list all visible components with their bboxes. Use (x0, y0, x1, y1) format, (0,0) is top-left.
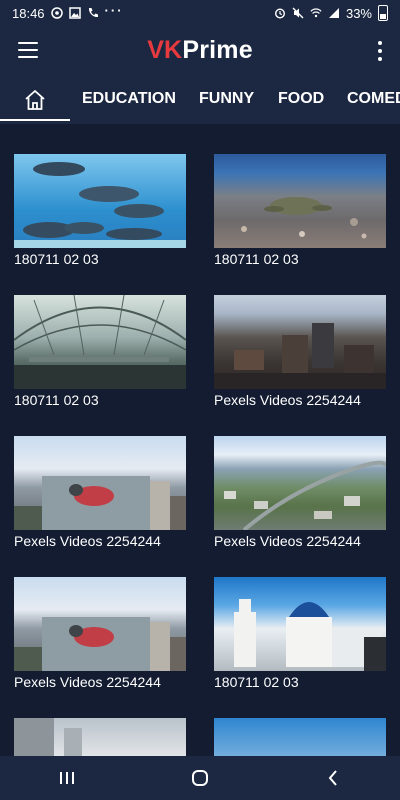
video-card[interactable] (14, 718, 186, 756)
video-title: Pexels Videos 2254244 (214, 392, 361, 408)
video-thumbnail[interactable] (14, 577, 186, 671)
video-title: 180711 02 03 (214, 251, 299, 267)
video-grid: 180711 02 03 180711 02 03 180711 02 03 P… (0, 124, 400, 756)
status-bar: 18:46 ··· 33% (0, 0, 400, 26)
circle-icon (50, 7, 63, 19)
video-thumbnail[interactable] (214, 154, 386, 248)
video-card[interactable]: Pexels Videos 2254244 (14, 577, 186, 690)
video-thumbnail[interactable] (14, 154, 186, 248)
video-card[interactable]: Pexels Videos 2254244 (214, 436, 386, 549)
status-right: 33% (274, 5, 388, 21)
video-title: Pexels Videos 2254244 (14, 533, 161, 549)
app-bar: VKPrime (0, 26, 400, 76)
home-icon (25, 90, 45, 110)
video-card[interactable] (214, 718, 386, 756)
status-time: 18:46 (12, 5, 45, 21)
video-thumbnail[interactable] (14, 436, 186, 530)
video-title: Pexels Videos 2254244 (14, 674, 161, 690)
home-circle-icon[interactable] (178, 756, 222, 800)
alarm-icon (274, 7, 286, 19)
video-title: Pexels Videos 2254244 (214, 533, 361, 549)
recents-icon[interactable] (45, 756, 89, 800)
tab-food[interactable]: FOOD (278, 90, 324, 108)
kebab-icon[interactable] (376, 41, 384, 61)
video-title: 180711 02 03 (214, 674, 299, 690)
video-card[interactable]: Pexels Videos 2254244 (14, 436, 186, 549)
category-tabs: EDUCATION FUNNY FOOD COMED (0, 76, 400, 124)
logo-prime: Prime (182, 36, 253, 64)
video-card[interactable]: 180711 02 03 (214, 154, 386, 267)
logo-vk: VK (147, 36, 183, 64)
video-card[interactable]: 180711 02 03 (214, 577, 386, 690)
more-dots-icon: ··· (104, 2, 124, 18)
status-left: 18:46 ··· (12, 2, 124, 21)
back-icon[interactable] (311, 756, 355, 800)
image-icon (68, 7, 81, 19)
video-title: 180711 02 03 (14, 392, 99, 408)
phone-icon (87, 7, 99, 19)
video-thumbnail[interactable] (214, 718, 386, 756)
tab-selected-indicator (0, 119, 70, 121)
video-card[interactable]: 180711 02 03 (14, 154, 186, 267)
mute-icon (292, 7, 304, 19)
wifi-icon (310, 7, 322, 19)
app-logo: VKPrime (0, 36, 400, 65)
tab-comedy[interactable]: COMED (347, 90, 400, 108)
video-thumbnail[interactable] (214, 436, 386, 530)
video-thumbnail[interactable] (214, 295, 386, 389)
tab-funny[interactable]: FUNNY (199, 90, 254, 108)
signal-icon (328, 7, 340, 19)
battery-icon (378, 5, 388, 21)
system-nav-bar (0, 756, 400, 800)
video-card[interactable]: Pexels Videos 2254244 (214, 295, 386, 408)
video-thumbnail[interactable] (214, 577, 386, 671)
video-title: 180711 02 03 (14, 251, 99, 267)
video-thumbnail[interactable] (14, 718, 186, 756)
video-card[interactable]: 180711 02 03 (14, 295, 186, 408)
video-thumbnail[interactable] (14, 295, 186, 389)
tab-home[interactable] (0, 76, 70, 124)
tab-education[interactable]: EDUCATION (82, 90, 176, 108)
battery-percent: 33% (345, 5, 372, 21)
